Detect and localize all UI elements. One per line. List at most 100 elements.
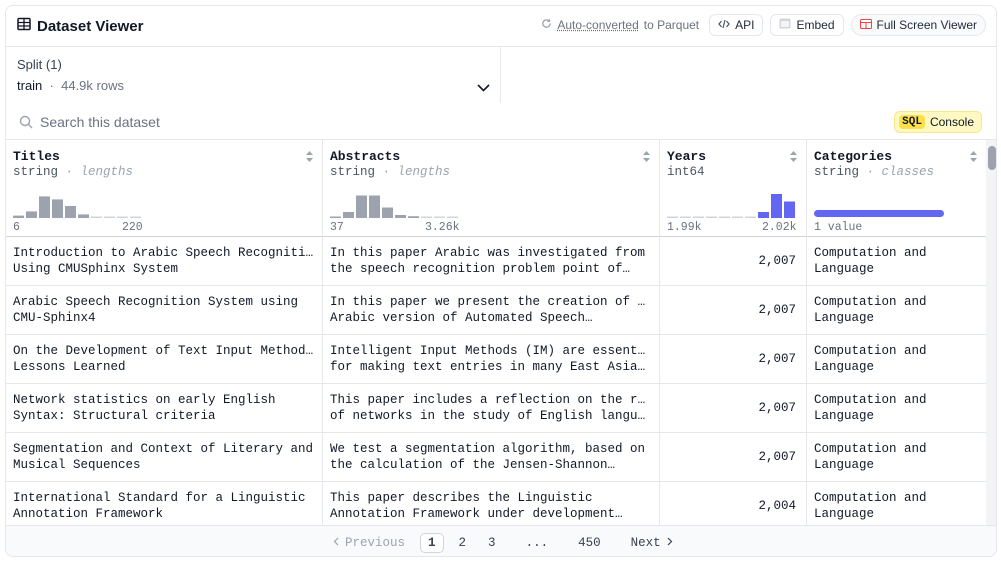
column-years: Years int64 1.99k 2.02k 2,007 2,007 2,007 2,007… [660, 140, 807, 525]
table-cell[interactable]: On the Development of Text Input Method … [6, 335, 322, 384]
page-button[interactable]: 3 [481, 533, 503, 553]
histogram-bar[interactable] [719, 216, 730, 219]
table-scrollbar[interactable] [986, 140, 996, 525]
split-selector[interactable]: Split (1) train · 44.9k rows [6, 47, 501, 103]
histogram-bar[interactable] [745, 216, 756, 219]
column-histogram[interactable] [13, 184, 143, 218]
histogram-bar[interactable] [130, 216, 141, 219]
sort-icon[interactable] [969, 150, 978, 166]
column-histogram[interactable] [330, 184, 460, 218]
auto-converted-link[interactable]: Auto-converted to Parquet [541, 18, 699, 32]
table-cell[interactable]: 2,004 [660, 482, 806, 525]
table-cell[interactable]: This paper describes the Linguistic Annot… [323, 482, 659, 525]
full-screen-button[interactable]: Full Screen Viewer [850, 14, 986, 36]
table-cell[interactable]: 2,007 [660, 335, 806, 384]
table-cell[interactable]: Computation and Language [807, 433, 986, 482]
sort-icon[interactable] [642, 150, 651, 166]
histogram-bar[interactable] [434, 216, 445, 219]
cell-line: Segmentation and Context of Literary and [13, 442, 314, 456]
histogram-bar[interactable] [343, 212, 354, 218]
next-button[interactable]: Next [624, 533, 680, 553]
table-cell[interactable]: In this paper we present the creation of… [323, 286, 659, 335]
table-cell[interactable]: Computation and Language [807, 335, 986, 384]
column-header[interactable]: Titles string · lengths 6 220 [6, 140, 322, 237]
table-cell[interactable]: In this paper Arabic was investigated fr… [323, 237, 659, 286]
table-cell[interactable]: International Standard for a Linguistic A… [6, 482, 322, 525]
column-header[interactable]: Categories string · classes 1 value [807, 140, 986, 237]
histogram-bar[interactable] [447, 216, 458, 219]
histogram-bar[interactable] [330, 216, 341, 219]
range-min: 1 value [814, 221, 863, 234]
table-cell[interactable]: We test a segmentation algorithm, based … [323, 433, 659, 482]
column-histogram[interactable] [814, 184, 944, 218]
cell-line: Computation and [814, 442, 927, 456]
histogram-bar[interactable] [758, 212, 769, 218]
table-cell[interactable]: Network statistics on early English Synta… [6, 384, 322, 433]
table-cell[interactable]: 2,007 [660, 237, 806, 286]
histogram-bar[interactable] [369, 195, 380, 219]
range-min: 6 [13, 221, 20, 234]
sql-tag: SQL [899, 115, 925, 129]
to-parquet-text: to Parquet [643, 18, 700, 32]
histogram-bar[interactable] [78, 214, 89, 218]
histogram-bar[interactable] [52, 199, 63, 218]
table-cell[interactable]: Segmentation and Context of Literary and… [6, 433, 322, 482]
column-dtype: int64 [667, 165, 705, 179]
api-button[interactable]: API [709, 14, 764, 36]
histogram-bar[interactable] [706, 216, 717, 219]
table-cell[interactable]: Intelligent Input Methods (IM) are essen… [323, 335, 659, 384]
histogram-bar[interactable] [408, 216, 419, 218]
histogram-bar[interactable] [732, 216, 743, 219]
split-sep: · [45, 78, 58, 93]
sort-icon[interactable] [789, 150, 798, 166]
histogram-bar[interactable] [13, 215, 24, 218]
sql-console-button[interactable]: SQL Console [894, 111, 982, 133]
range-min: 37 [330, 221, 344, 234]
table-cell[interactable]: Computation and Language [807, 237, 986, 286]
histogram-bar[interactable] [104, 216, 115, 219]
histogram-bar[interactable] [784, 201, 795, 219]
histogram-bar[interactable] [421, 216, 432, 219]
column-header[interactable]: Abstracts string · lengths 37 3.26k [323, 140, 659, 237]
histogram-bar[interactable] [65, 206, 76, 218]
histogram-bar[interactable] [771, 194, 782, 218]
table-cell[interactable]: Introduction to Arabic Speech Recognitio… [6, 237, 322, 286]
embed-button[interactable]: Embed [770, 14, 844, 36]
histogram-bar[interactable] [667, 216, 678, 219]
column-dtype: string [814, 165, 860, 179]
page-button[interactable]: 1 [420, 533, 444, 553]
page-button[interactable]: 2 [452, 533, 474, 553]
histogram-bar[interactable] [382, 207, 393, 219]
page-button-label: 1 [428, 536, 436, 550]
search-input[interactable] [40, 112, 540, 132]
sort-icon[interactable] [305, 150, 314, 166]
table-cell[interactable]: 2,007 [660, 286, 806, 335]
histogram-bar[interactable] [814, 210, 944, 217]
page-button[interactable]: 450 [571, 533, 608, 553]
histogram-bar[interactable] [39, 196, 50, 218]
pagination-controls: Previous 1 2 3... 450 Next [326, 533, 688, 553]
cell-line: Computation and [814, 344, 927, 358]
histogram-bar[interactable] [91, 216, 102, 219]
data-table: Titles string · lengths 6 220 Introduction t… [6, 140, 986, 525]
histogram-bar[interactable] [356, 195, 367, 219]
table-cell[interactable]: This paper includes a reflection on the … [323, 384, 659, 433]
column-range: 37 3.26k [330, 221, 652, 235]
pagination: Previous 1 2 3... 450 Next [6, 525, 996, 556]
histogram-bar[interactable] [693, 216, 704, 219]
table-cell[interactable]: 2,007 [660, 384, 806, 433]
table-cell[interactable]: Computation and Language [807, 286, 986, 335]
histogram-bar[interactable] [680, 216, 691, 219]
table-cell[interactable]: Computation and Language [807, 482, 986, 525]
histogram-bar[interactable] [117, 216, 128, 219]
scrollbar-thumb[interactable] [988, 146, 996, 170]
histogram-bar[interactable] [395, 215, 406, 218]
cell-value: 2,007 [758, 352, 796, 366]
table-cell[interactable]: 2,007 [660, 433, 806, 482]
column-header[interactable]: Years int64 1.99k 2.02k [660, 140, 806, 237]
table-cell[interactable]: Computation and Language [807, 384, 986, 433]
table-cell[interactable]: Arabic Speech Recognition System using CM… [6, 286, 322, 335]
column-histogram[interactable] [667, 184, 797, 218]
histogram-bar[interactable] [26, 211, 37, 218]
previous-button[interactable]: Previous [326, 533, 412, 553]
